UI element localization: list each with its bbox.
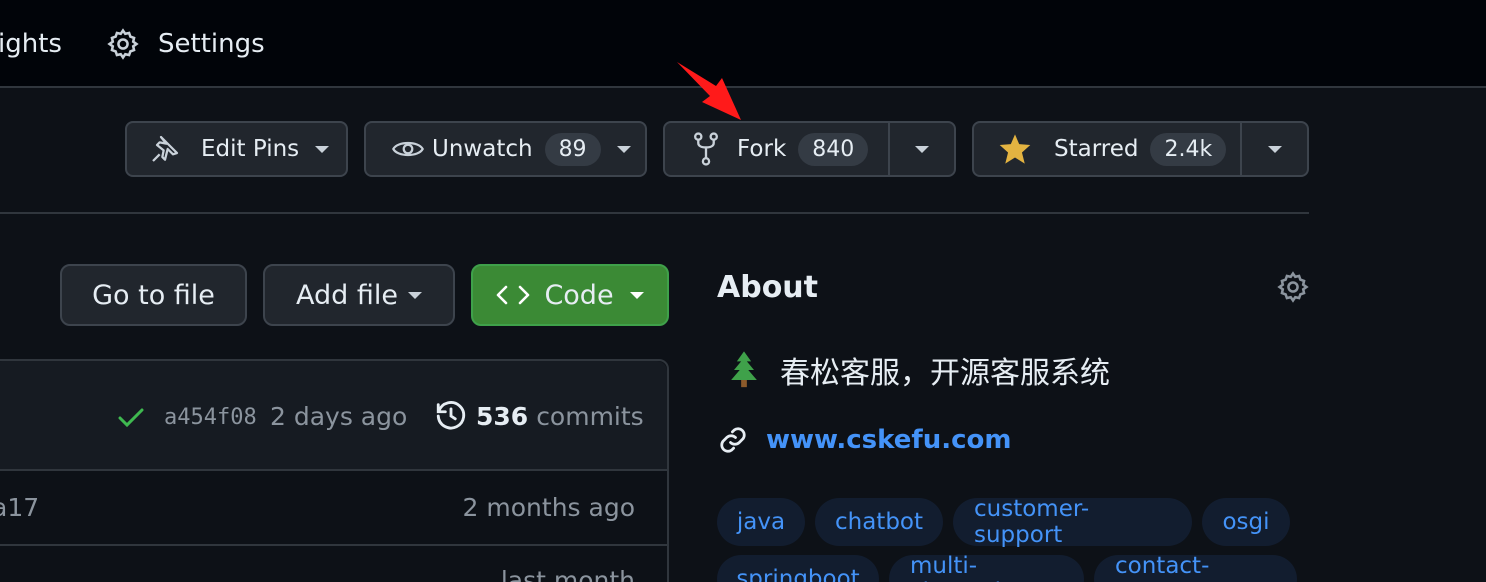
fork-button-group: Fork 840 <box>663 121 956 177</box>
star-filled-icon <box>999 134 1031 164</box>
tree-icon <box>731 351 757 388</box>
section-divider <box>0 212 1309 214</box>
row-time: last month <box>500 566 635 582</box>
fork-count-badge: 840 <box>798 132 869 166</box>
tab-insights[interactable]: ights <box>0 22 62 66</box>
topic-tag-osgi[interactable]: osgi <box>1202 498 1290 546</box>
commit-hash-link[interactable]: a454f08 <box>164 405 257 430</box>
repo-description: 春松客服，开源客服系统 <box>726 348 1110 392</box>
website-link[interactable]: www.cskefu.com <box>718 425 1011 455</box>
link-icon <box>720 427 746 453</box>
tab-settings-label: Settings <box>158 29 265 59</box>
history-icon <box>436 401 466 430</box>
commits-count: 536 <box>476 401 529 431</box>
chevron-down-icon <box>914 145 929 153</box>
fork-button[interactable]: Fork 840 <box>665 123 888 175</box>
go-to-file-button[interactable]: Go to file <box>60 264 247 326</box>
chevron-down-icon <box>315 145 330 153</box>
topic-tag-springboot[interactable]: springboot <box>717 555 879 582</box>
starred-label: Starred <box>1054 136 1139 162</box>
topic-tag-contact-center[interactable]: contact-center <box>1094 553 1297 582</box>
commit-time: 2 days ago <box>270 402 408 431</box>
watch-count-badge: 89 <box>544 132 601 166</box>
unwatch-button[interactable]: Unwatch 89 <box>364 121 647 177</box>
code-label: Code <box>544 279 614 311</box>
table-row[interactable]: a17 2 months ago <box>0 471 667 546</box>
about-heading: About <box>717 270 819 305</box>
fork-dropdown-button[interactable] <box>890 123 955 175</box>
topic-tag-chatbot[interactable]: chatbot <box>815 498 943 546</box>
commits-label: commits <box>536 401 644 431</box>
tab-insights-label: ights <box>0 29 62 59</box>
edit-pins-label: Edit Pins <box>201 136 300 162</box>
tab-settings[interactable]: Settings <box>106 22 265 66</box>
annotation-arrow-icon <box>677 62 741 120</box>
check-icon <box>118 408 144 428</box>
add-file-button[interactable]: Add file <box>263 264 455 326</box>
commit-message-fragment: a17 <box>0 493 40 522</box>
fork-icon <box>694 132 718 166</box>
pin-icon <box>152 135 179 162</box>
website-url: www.cskefu.com <box>766 425 1012 455</box>
row-time: 2 months ago <box>462 493 635 522</box>
star-dropdown-button[interactable] <box>1242 123 1307 175</box>
eye-icon <box>392 141 424 157</box>
code-button[interactable]: Code <box>471 264 669 326</box>
star-button-group: Starred 2.4k <box>972 121 1309 177</box>
edit-pins-button[interactable]: Edit Pins <box>125 121 348 177</box>
description-text: 春松客服，开源客服系统 <box>780 356 1110 391</box>
star-count-badge: 2.4k <box>1150 132 1227 166</box>
starred-button[interactable]: Starred 2.4k <box>974 123 1240 175</box>
gear-icon[interactable] <box>1276 270 1310 304</box>
topic-tag-multi-channel[interactable]: multi-channel <box>889 553 1084 582</box>
chevron-down-icon <box>407 291 422 299</box>
chevron-down-icon <box>616 145 631 153</box>
code-icon <box>497 285 530 305</box>
file-listing: a454f08 2 days ago 536 commits a17 2 mon… <box>0 359 669 582</box>
unwatch-label: Unwatch <box>432 136 533 162</box>
topic-tag-java[interactable]: java <box>717 498 805 546</box>
chevron-down-icon <box>1267 145 1282 153</box>
latest-commit-header: a454f08 2 days ago 536 commits <box>0 361 667 471</box>
table-row[interactable]: last month <box>0 546 667 582</box>
go-to-file-label: Go to file <box>92 279 215 311</box>
add-file-label: Add file <box>296 279 398 311</box>
commits-link[interactable]: 536 commits <box>434 399 644 433</box>
chevron-down-icon <box>629 291 644 299</box>
topic-tag-customer-support[interactable]: customer-support <box>953 496 1192 548</box>
fork-label: Fork <box>737 136 787 162</box>
gear-icon <box>107 28 139 60</box>
